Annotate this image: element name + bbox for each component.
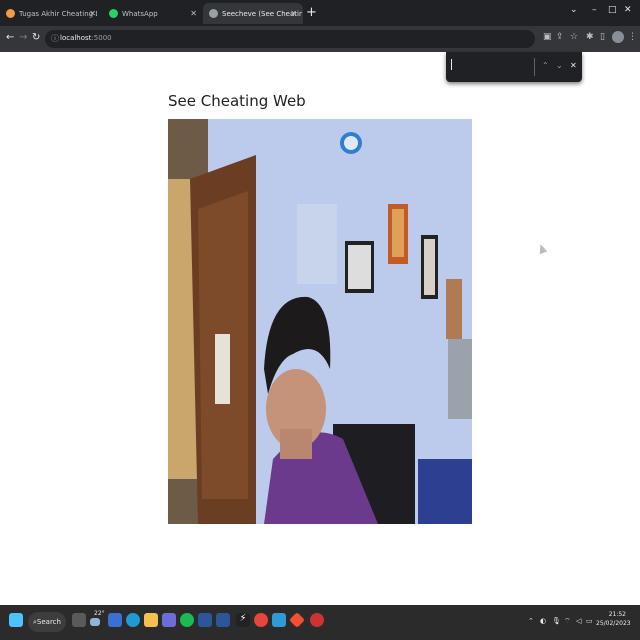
- word-icon[interactable]: [216, 613, 230, 627]
- store-icon[interactable]: [162, 613, 176, 627]
- tab-strip: Tugas Akhir Cheating Detection... ✕ What…: [0, 0, 640, 26]
- extensions-icon[interactable]: ✱: [586, 32, 594, 42]
- wifi-icon[interactable]: ⌔: [564, 617, 571, 626]
- info-icon[interactable]: ⓘ: [51, 33, 59, 44]
- clock-date: 25/02/2023: [596, 620, 631, 627]
- site-favicon-icon: [6, 9, 15, 18]
- tab-label: WhatsApp: [122, 9, 158, 18]
- webcam-feed: [168, 119, 472, 524]
- find-next-icon[interactable]: ⌄: [556, 61, 563, 70]
- whatsapp-icon: [109, 9, 118, 18]
- file-explorer-icon[interactable]: [108, 613, 122, 627]
- taskbar-clock[interactable]: 21:52 25/02/2023: [596, 610, 631, 628]
- start-icon[interactable]: [9, 613, 23, 627]
- url-text: localhost:5000: [60, 34, 112, 42]
- reader-icon[interactable]: ▣: [543, 32, 552, 42]
- mouse-cursor: [536, 242, 548, 255]
- tab-tugas-akhir[interactable]: Tugas Akhir Cheating Detection... ✕: [0, 3, 102, 24]
- share-icon[interactable]: ⇪: [556, 32, 564, 42]
- page-title: See Cheating Web: [168, 92, 306, 110]
- url-host: localhost: [60, 34, 92, 42]
- volume-icon[interactable]: ◁: [576, 617, 581, 625]
- menu-icon[interactable]: ⋮: [628, 32, 637, 42]
- temperature: 22°: [94, 610, 105, 617]
- weather-widget[interactable]: 22°: [94, 610, 105, 617]
- minimize-button[interactable]: –: [592, 5, 597, 15]
- close-tab-icon[interactable]: ✕: [290, 9, 297, 18]
- word-icon[interactable]: [198, 613, 212, 627]
- tab-seecheve[interactable]: Seecheve (See Cheating Web) ✕: [203, 3, 303, 24]
- chrome-icon[interactable]: [254, 613, 268, 627]
- weather-icon: [90, 618, 100, 626]
- clock-time: 21:52: [608, 611, 626, 618]
- forward-icon[interactable]: →: [19, 32, 27, 43]
- spotify-icon[interactable]: [180, 613, 194, 627]
- find-bar: ⌃ ⌄ ✕: [446, 52, 582, 82]
- edge-icon[interactable]: [126, 613, 140, 627]
- tab-whatsapp[interactable]: WhatsApp ✕: [103, 3, 203, 24]
- mic-icon[interactable]: 🎙: [552, 617, 561, 625]
- notepad-icon[interactable]: [272, 613, 286, 627]
- new-tab-button[interactable]: +: [306, 5, 317, 20]
- tray-app-icon[interactable]: ◐: [540, 617, 546, 625]
- address-bar[interactable]: [45, 30, 535, 48]
- battery-icon[interactable]: ▭: [586, 617, 593, 625]
- reload-icon[interactable]: ↻: [32, 32, 40, 43]
- search-label: Search: [36, 618, 61, 626]
- app-icon[interactable]: ⚡: [236, 613, 250, 627]
- globe-icon: [209, 9, 218, 18]
- tab-label: Tugas Akhir Cheating Detection...: [19, 9, 97, 18]
- taskbar-search[interactable]: ⌕ Search: [28, 612, 66, 632]
- url-port: :5000: [91, 34, 112, 42]
- close-tab-icon[interactable]: ✕: [190, 9, 197, 18]
- close-window-button[interactable]: ✕: [624, 5, 632, 15]
- find-close-icon[interactable]: ✕: [570, 61, 577, 70]
- media-icon[interactable]: [310, 613, 324, 627]
- divider: [534, 58, 535, 76]
- profile-avatar[interactable]: [612, 31, 624, 43]
- text-caret: [451, 59, 452, 70]
- find-previous-icon[interactable]: ⌃: [542, 61, 549, 70]
- task-view-icon[interactable]: [72, 613, 86, 627]
- chevron-down-icon[interactable]: ⌄: [570, 5, 578, 15]
- webcam-image: [168, 119, 472, 524]
- maximize-button[interactable]: □: [608, 5, 617, 15]
- back-icon[interactable]: ←: [6, 32, 14, 43]
- sidebar-icon[interactable]: ▯: [600, 32, 605, 42]
- folder-icon[interactable]: [144, 613, 158, 627]
- find-input[interactable]: [454, 58, 534, 76]
- chevron-up-icon[interactable]: ⌃: [528, 617, 534, 625]
- close-tab-icon[interactable]: ✕: [89, 9, 96, 18]
- bookmark-star-icon[interactable]: ☆: [570, 32, 578, 42]
